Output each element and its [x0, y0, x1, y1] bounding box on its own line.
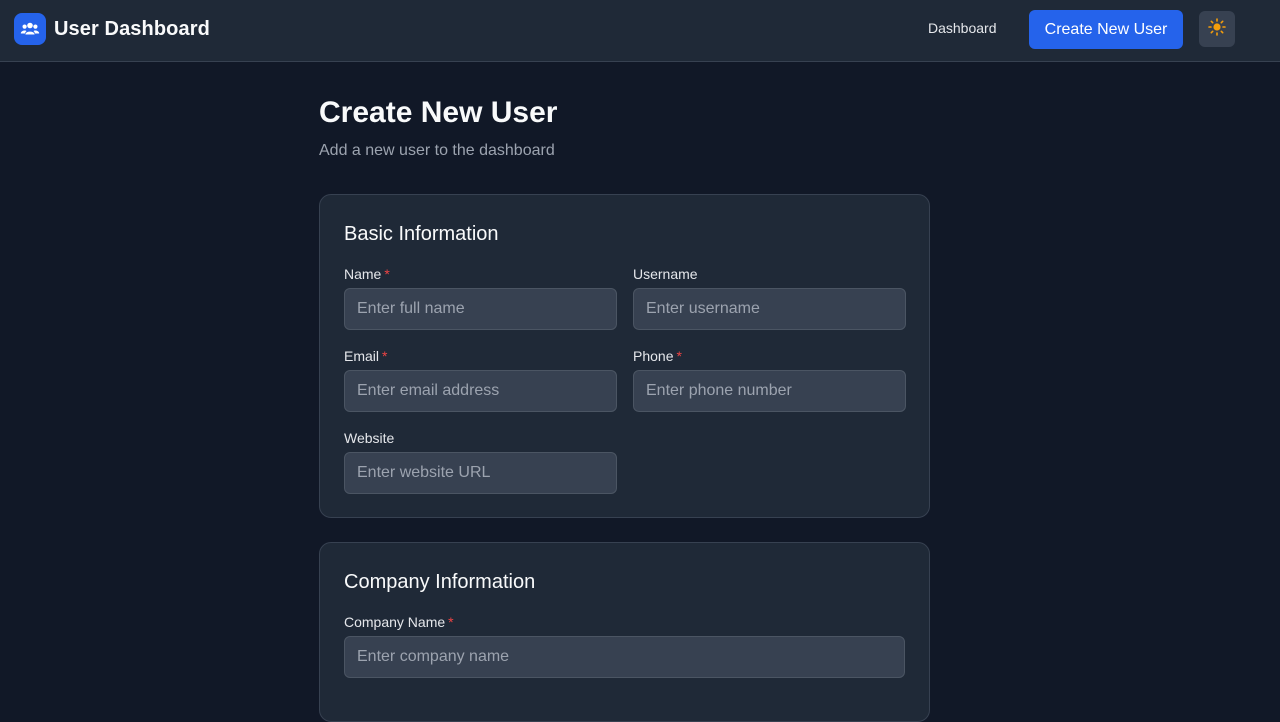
phone-label: Phone *	[633, 348, 682, 364]
basic-information-card: Basic Information Name* Username Email* …	[319, 194, 930, 518]
website-label-text: Website	[344, 430, 395, 446]
email-label-text: Email	[344, 348, 380, 364]
required-marker: *	[448, 614, 454, 630]
brand-title: User Dashboard	[54, 17, 210, 40]
name-input[interactable]	[344, 288, 617, 330]
brand[interactable]: User Dashboard	[14, 13, 210, 45]
required-marker: *	[384, 266, 390, 282]
name-label-text: Name	[344, 266, 382, 282]
email-input[interactable]	[344, 370, 617, 412]
company-information-card: Company Information Company Name *	[319, 542, 930, 722]
phone-label-text: Phone	[633, 348, 674, 364]
required-marker: *	[382, 348, 388, 364]
page-title: Create New User	[319, 96, 558, 129]
required-marker: *	[676, 348, 682, 364]
username-input[interactable]	[633, 288, 906, 330]
sun-icon	[1208, 17, 1226, 41]
company-name-label-text: Company Name	[344, 614, 446, 630]
nav-link-dashboard[interactable]: Dashboard	[928, 20, 997, 36]
company-information-title: Company Information	[344, 571, 536, 593]
company-name-label: Company Name *	[344, 614, 454, 630]
website-label: Website	[344, 430, 394, 446]
company-name-input[interactable]	[344, 636, 905, 678]
username-label-text: Username	[633, 266, 698, 282]
phone-input[interactable]	[633, 370, 906, 412]
email-label: Email *	[344, 348, 387, 364]
top-navbar: User Dashboard Dashboard Create New User	[0, 0, 1280, 62]
create-new-user-button[interactable]: Create New User	[1029, 10, 1183, 49]
users-icon	[14, 13, 46, 45]
name-label: Name *	[344, 266, 390, 282]
username-label: Username	[633, 266, 698, 282]
theme-toggle-button[interactable]	[1199, 11, 1235, 47]
basic-information-title: Basic Information	[344, 223, 499, 245]
website-input[interactable]	[344, 452, 617, 494]
page-subtitle: Add a new user to the dashboard	[319, 142, 555, 159]
